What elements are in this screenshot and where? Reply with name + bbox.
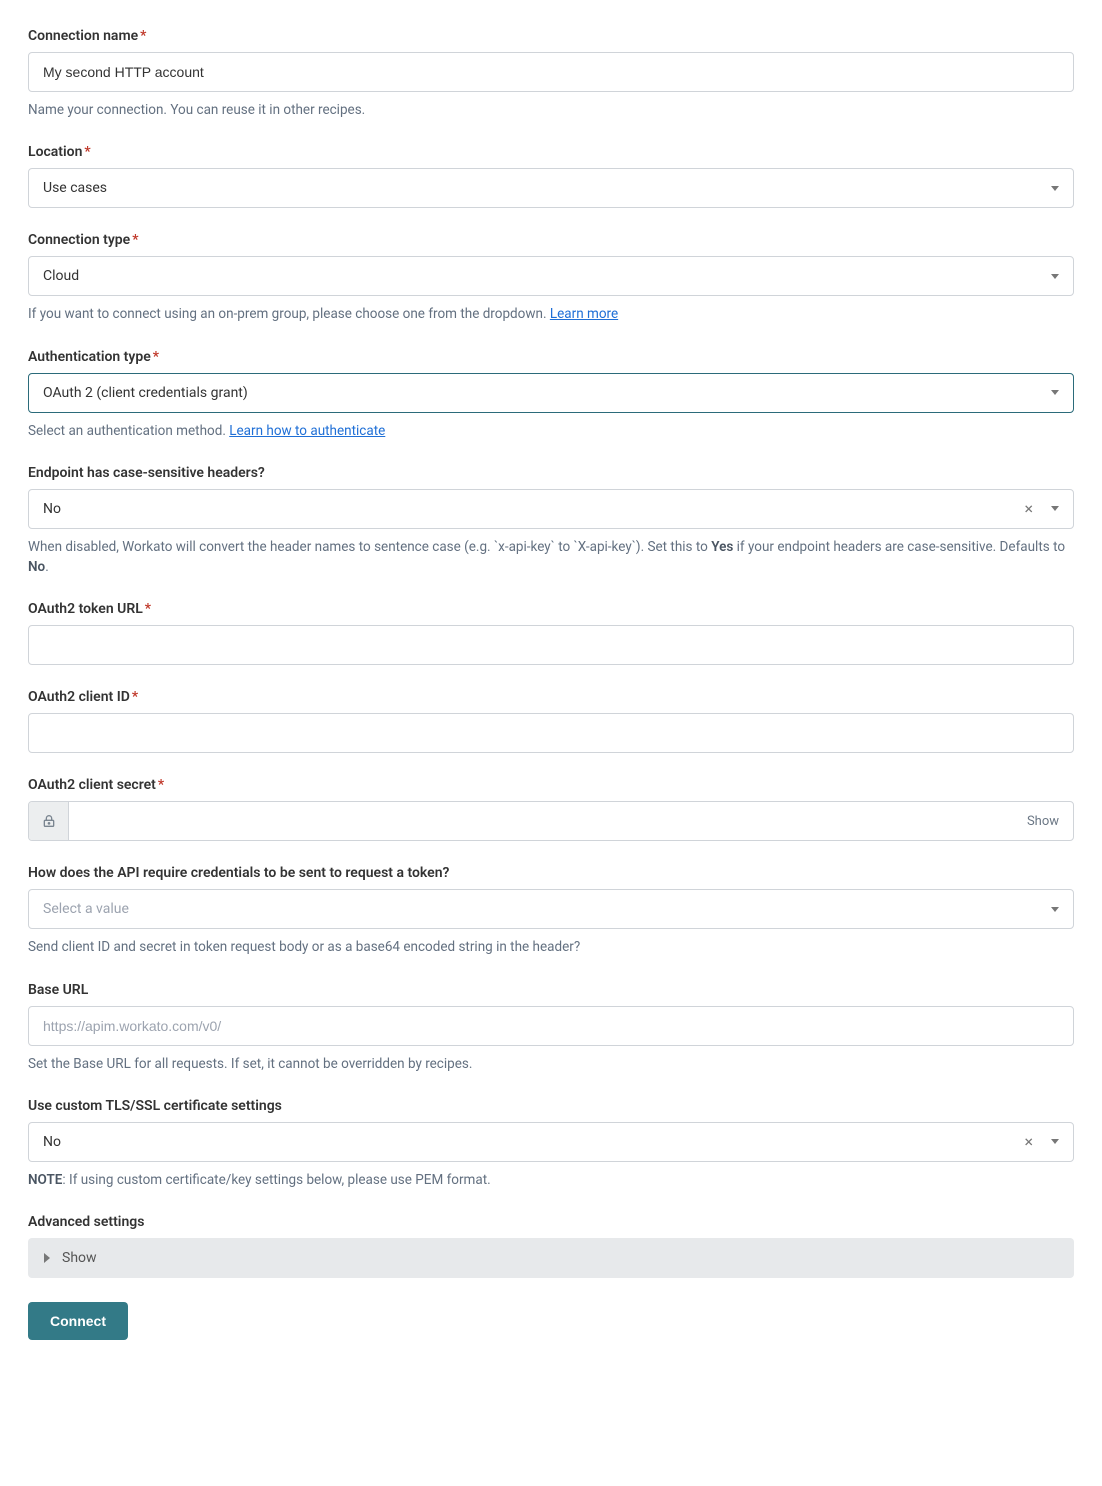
client-secret-wrapper[interactable]: Show (28, 801, 1074, 841)
advanced-toggle[interactable]: Show (28, 1238, 1074, 1278)
learn-authenticate-link[interactable]: Learn how to authenticate (229, 423, 385, 439)
auth-type-label: Authentication type* (28, 349, 1074, 365)
connection-type-helper: If you want to connect using an on-prem … (28, 304, 1074, 324)
location-select[interactable]: Use cases (28, 168, 1074, 208)
client-id-label: OAuth2 client ID* (28, 689, 1074, 705)
case-sensitive-value: No (43, 501, 1024, 517)
auth-type-value: OAuth 2 (client credentials grant) (43, 385, 1043, 401)
credentials-method-placeholder: Select a value (43, 901, 1043, 917)
chevron-down-icon (1051, 186, 1059, 191)
client-id-wrapper[interactable] (28, 713, 1074, 753)
tls-select[interactable]: No × (28, 1122, 1074, 1162)
chevron-right-icon (44, 1253, 50, 1263)
base-url-label: Base URL (28, 982, 1074, 998)
base-url-wrapper[interactable] (28, 1006, 1074, 1046)
auth-type-helper: Select an authentication method. Learn h… (28, 421, 1074, 441)
auth-type-select[interactable]: OAuth 2 (client credentials grant) (28, 373, 1074, 413)
advanced-show-text: Show (62, 1250, 97, 1266)
chevron-down-icon (1051, 1139, 1059, 1144)
chevron-down-icon (1051, 506, 1059, 511)
connection-type-select[interactable]: Cloud (28, 256, 1074, 296)
clear-icon[interactable]: × (1024, 501, 1033, 517)
tls-helper: NOTE: If using custom certificate/key se… (28, 1170, 1074, 1190)
client-id-input[interactable] (43, 725, 1059, 741)
location-value: Use cases (43, 180, 1043, 196)
client-secret-label: OAuth2 client secret* (28, 777, 1074, 793)
chevron-down-icon (1051, 907, 1059, 912)
token-url-input[interactable] (43, 637, 1059, 653)
case-sensitive-select[interactable]: No × (28, 489, 1074, 529)
credentials-method-label: How does the API require credentials to … (28, 865, 1074, 881)
connect-button[interactable]: Connect (28, 1302, 128, 1340)
clear-icon[interactable]: × (1024, 1134, 1033, 1150)
base-url-input[interactable] (43, 1018, 1059, 1034)
location-label: Location* (28, 144, 1074, 160)
client-secret-input[interactable] (69, 802, 1013, 840)
show-secret-toggle[interactable]: Show (1013, 802, 1073, 840)
lock-icon (29, 802, 69, 840)
credentials-method-select[interactable]: Select a value (28, 889, 1074, 929)
connection-type-label: Connection type* (28, 232, 1074, 248)
connection-name-input-wrapper[interactable] (28, 52, 1074, 92)
token-url-label: OAuth2 token URL* (28, 601, 1074, 617)
case-sensitive-helper: When disabled, Workato will convert the … (28, 537, 1074, 578)
case-sensitive-label: Endpoint has case-sensitive headers? (28, 465, 1074, 481)
learn-more-link[interactable]: Learn more (550, 306, 618, 322)
advanced-label: Advanced settings (28, 1214, 1074, 1230)
tls-value: No (43, 1134, 1024, 1150)
connection-type-value: Cloud (43, 268, 1043, 284)
connection-name-helper: Name your connection. You can reuse it i… (28, 100, 1074, 120)
token-url-wrapper[interactable] (28, 625, 1074, 665)
chevron-down-icon (1051, 390, 1059, 395)
chevron-down-icon (1051, 274, 1059, 279)
base-url-helper: Set the Base URL for all requests. If se… (28, 1054, 1074, 1074)
credentials-method-helper: Send client ID and secret in token reque… (28, 937, 1074, 957)
tls-label: Use custom TLS/SSL certificate settings (28, 1098, 1074, 1114)
connection-name-label: Connection name* (28, 28, 1074, 44)
connection-name-input[interactable] (43, 64, 1059, 80)
